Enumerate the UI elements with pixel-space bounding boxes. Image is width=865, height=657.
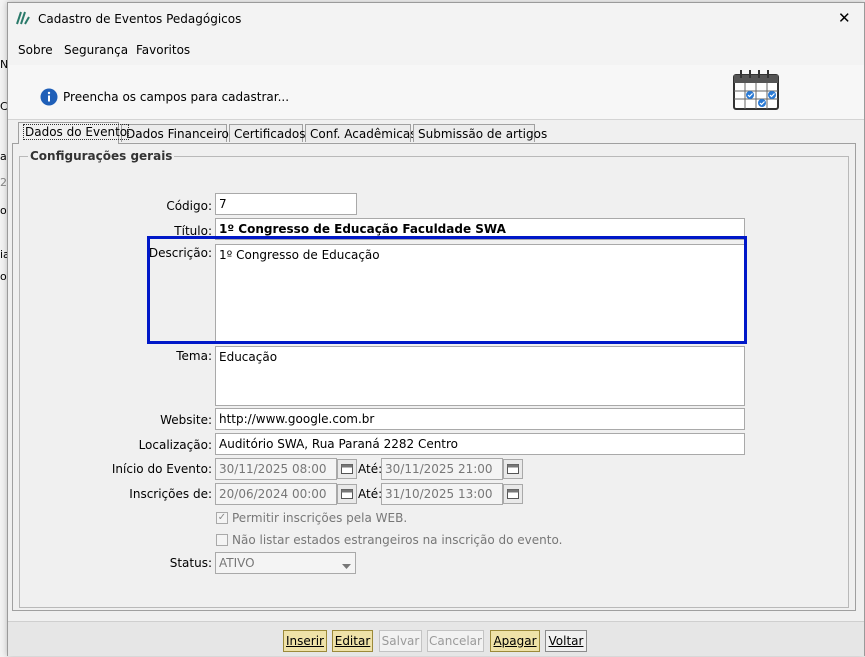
calendar-picker-icon[interactable] bbox=[337, 459, 357, 479]
tema-field[interactable]: Educação bbox=[215, 346, 745, 406]
localizacao-field[interactable]: Auditório SWA, Rua Paraná 2282 Centro bbox=[215, 433, 745, 455]
info-message: Preencha os campos para cadastrar... bbox=[63, 90, 290, 104]
nao-listar-label: Não listar estados estrangeiros na inscr… bbox=[232, 533, 563, 547]
inicio-label: Início do Evento: bbox=[111, 462, 212, 476]
inscricoes-label: Inscrições de: bbox=[129, 487, 212, 501]
inicio-from-field[interactable]: 30/11/2025 08:00 bbox=[215, 458, 337, 480]
menu-item-sobre[interactable]: Sobre bbox=[18, 43, 53, 57]
permitir-web-checkbox[interactable]: ✓ bbox=[216, 512, 228, 524]
editar-label: Editar bbox=[334, 634, 371, 648]
editar-button[interactable]: Editar bbox=[332, 630, 373, 652]
tab-label: Certificados bbox=[234, 127, 306, 141]
inscricoes-from-field[interactable]: 20/06/2024 00:00 bbox=[215, 483, 337, 505]
inicio-ate-label: Até: bbox=[358, 462, 383, 476]
inscricoes-ate-label: Até: bbox=[358, 487, 383, 501]
apagar-button[interactable]: Apagar bbox=[490, 630, 540, 652]
tab-dados-do-evento[interactable]: Dados do Evento bbox=[18, 122, 130, 144]
descricao-label: Descrição: bbox=[148, 246, 212, 260]
voltar-button[interactable]: Voltar bbox=[545, 630, 587, 652]
chevron-down-icon bbox=[342, 559, 351, 573]
titulo-field[interactable]: 1º Congresso de Educação Faculdade SWA bbox=[215, 218, 745, 240]
voltar-label: Voltar bbox=[548, 634, 584, 648]
menu-bar: Sobre Segurança Favoritos bbox=[8, 35, 864, 66]
close-icon[interactable]: ✕ bbox=[838, 9, 851, 27]
app-logo-icon bbox=[16, 11, 32, 28]
titulo-label: Título: bbox=[174, 224, 212, 238]
salvar-label: Salvar bbox=[381, 634, 420, 648]
calendar-icon bbox=[732, 69, 780, 114]
cancelar-button[interactable]: Cancelar bbox=[427, 630, 484, 652]
tab-label: Submissão de artigos bbox=[418, 127, 548, 141]
calendar-picker-icon[interactable] bbox=[503, 484, 523, 504]
dialog-window: Cadastro de Eventos Pedagógicos ✕ Sobre … bbox=[7, 2, 865, 656]
info-icon bbox=[40, 88, 58, 109]
codigo-field[interactable]: 7 bbox=[215, 193, 357, 215]
tab-label: Conf. Acadêmicas bbox=[310, 127, 417, 141]
calendar-picker-icon[interactable] bbox=[337, 484, 357, 504]
tab-label: Dados Financeiros bbox=[126, 127, 236, 141]
inserir-button[interactable]: Inserir bbox=[283, 630, 327, 652]
tab-certificados[interactable]: Certificados bbox=[229, 124, 306, 142]
tab-submissao-de-artigos[interactable]: Submissão de artigos bbox=[413, 124, 547, 142]
title-bar: Cadastro de Eventos Pedagógicos ✕ bbox=[8, 3, 864, 35]
inicio-to-field[interactable]: 30/11/2025 21:00 bbox=[381, 458, 503, 480]
apagar-label: Apagar bbox=[493, 634, 537, 648]
tab-strip: Dados do Evento Dados Financeiros Certif… bbox=[8, 119, 864, 144]
website-field[interactable]: http://www.google.com.br bbox=[215, 408, 745, 430]
cancelar-label: Cancelar bbox=[429, 634, 482, 648]
codigo-label: Código: bbox=[166, 199, 212, 213]
localizacao-label: Localização: bbox=[138, 438, 212, 452]
tab-label: Dados do Evento bbox=[23, 124, 130, 140]
website-label: Website: bbox=[160, 413, 212, 427]
status-label: Status: bbox=[169, 556, 212, 570]
descricao-field[interactable]: 1º Congresso de Educação bbox=[215, 244, 745, 344]
inscricoes-to-field[interactable]: 31/10/2025 13:00 bbox=[381, 483, 503, 505]
info-bar: Preencha os campos para cadastrar... bbox=[8, 65, 864, 120]
tema-label: Tema: bbox=[176, 349, 212, 363]
inserir-label: Inserir bbox=[286, 634, 324, 648]
nao-listar-checkbox[interactable] bbox=[216, 534, 228, 546]
permitir-web-label: Permitir inscrições pela WEB. bbox=[232, 511, 408, 525]
button-bar: Inserir Editar Salvar Cancelar Apagar Vo… bbox=[8, 621, 864, 656]
tab-conf-academicas[interactable]: Conf. Acadêmicas bbox=[305, 124, 416, 142]
status-value: ATIVO bbox=[219, 556, 255, 570]
tab-dados-financeiros[interactable]: Dados Financeiros bbox=[121, 124, 235, 142]
salvar-button[interactable]: Salvar bbox=[379, 630, 422, 652]
status-select[interactable]: ATIVO bbox=[215, 552, 356, 574]
window-title: Cadastro de Eventos Pedagógicos bbox=[38, 12, 242, 26]
menu-item-favoritos[interactable]: Favoritos bbox=[136, 43, 190, 57]
group-title: Configurações gerais bbox=[28, 149, 175, 163]
calendar-picker-icon[interactable] bbox=[503, 459, 523, 479]
menu-item-seguranca[interactable]: Segurança bbox=[64, 43, 128, 57]
